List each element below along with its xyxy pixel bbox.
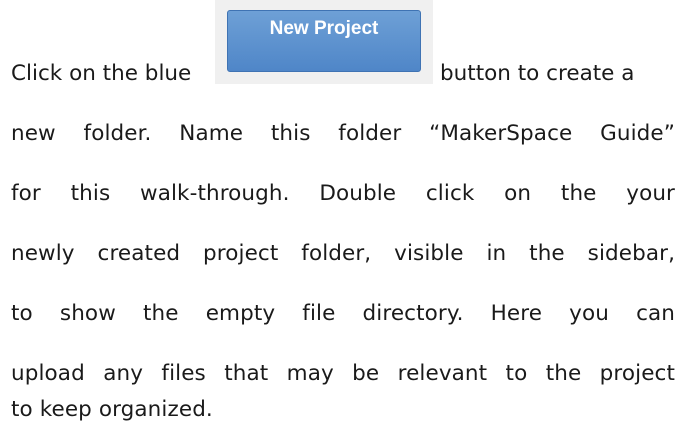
line-2: new folder. Name this folder “MakerSpace…: [11, 121, 675, 146]
line-6: upload any files that may be relevant to…: [11, 361, 675, 386]
new-project-button: New Project: [227, 10, 421, 72]
new-project-button-label: New Project: [269, 18, 379, 39]
line-4: newly created project folder, visible in…: [11, 241, 675, 266]
line-7: to keep organized.: [11, 397, 213, 422]
line-3: for this walk-through. Double click on t…: [11, 181, 675, 206]
document-page: New Project Click on the blue button to …: [0, 0, 689, 431]
line-5: to show the empty file directory. Here y…: [11, 301, 675, 326]
button-screenshot: New Project: [215, 0, 433, 84]
line-1-after: button to create a: [440, 61, 635, 86]
line-1-before: Click on the blue: [11, 61, 192, 86]
